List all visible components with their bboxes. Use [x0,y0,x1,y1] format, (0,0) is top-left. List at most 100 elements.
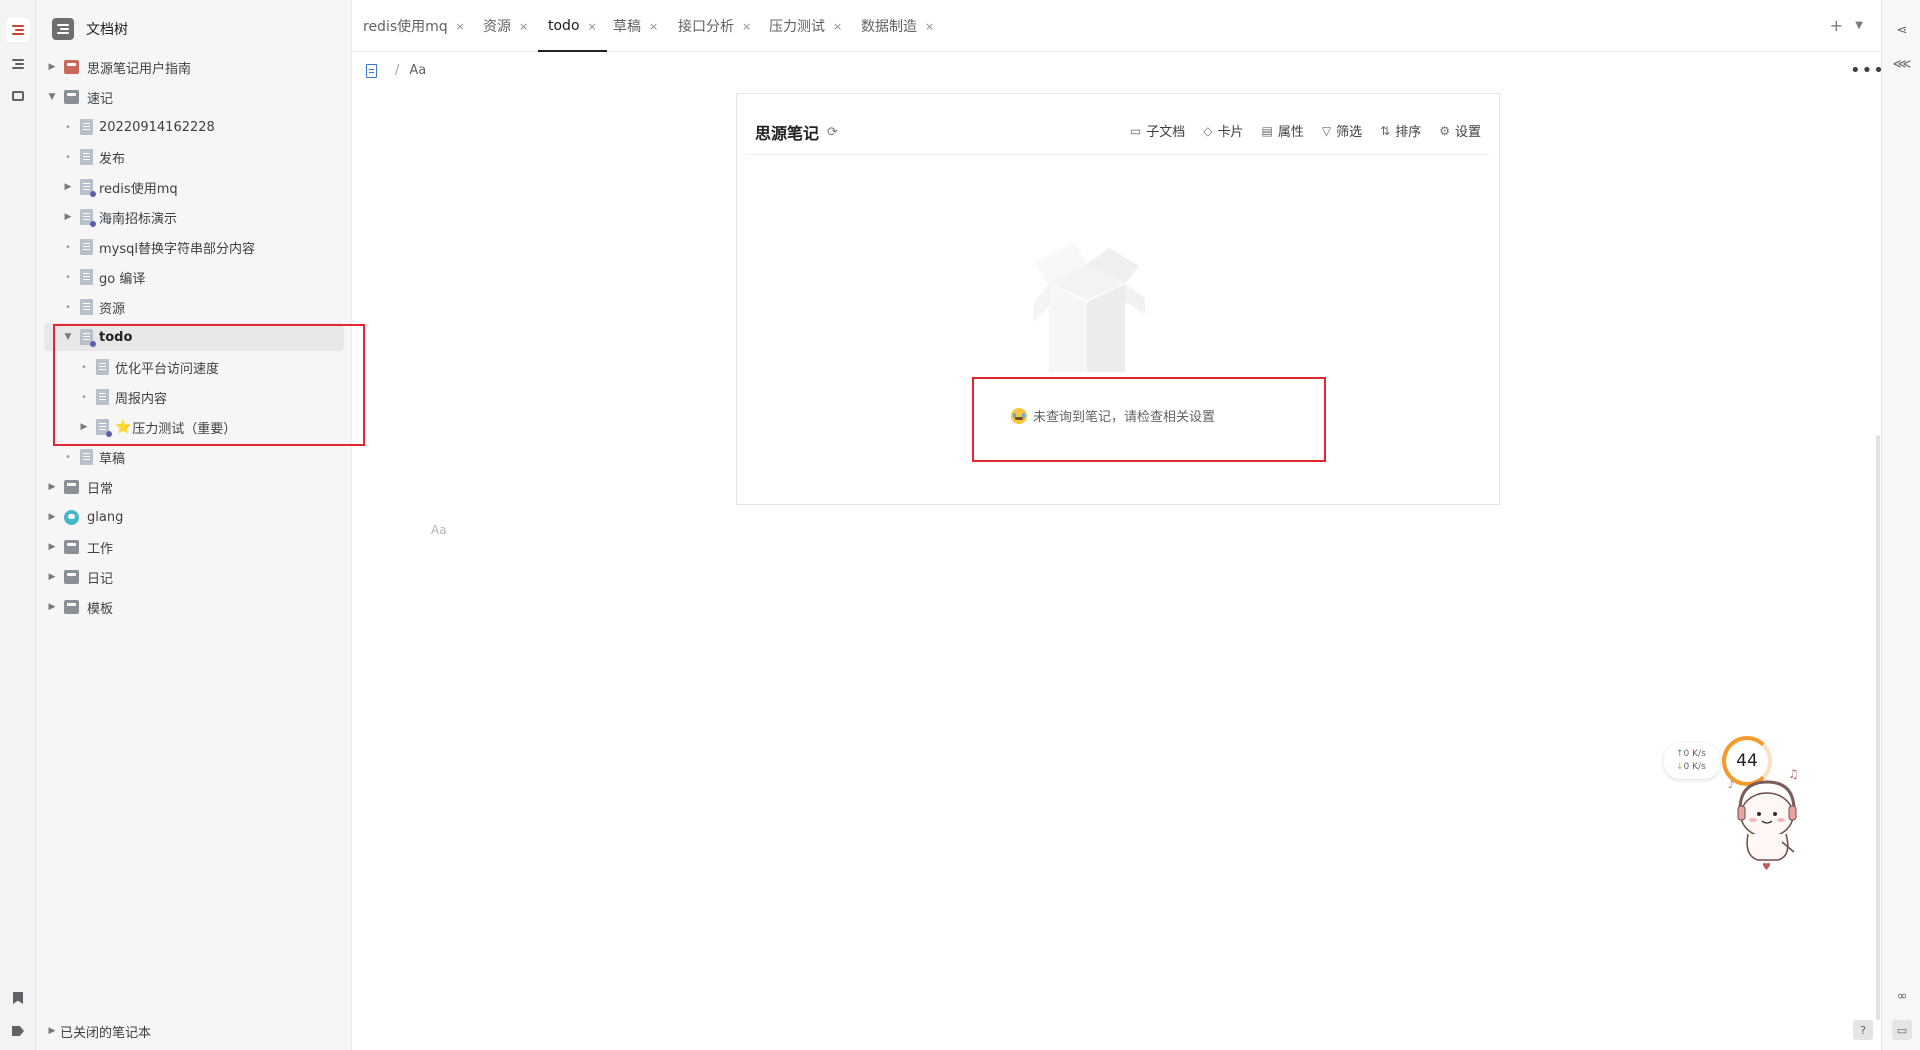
tool-label: 设置 [1454,125,1481,140]
tab-redis-mq[interactable]: redis使用mq × [353,0,475,52]
breadcrumb-current[interactable]: Aa [409,63,426,78]
close-icon[interactable]: × [519,20,528,33]
upload-speed: ↑0 K/s [1676,748,1720,761]
tree-item-doc[interactable]: • 资源 [44,293,344,321]
expand-arrow-icon[interactable]: ▶ [76,422,92,432]
tree-item-notebook[interactable]: ▶ glang [44,503,344,531]
document-icon[interactable] [366,63,377,78]
graph-view-button[interactable]: ⋖ [1892,20,1912,40]
tag-toggle[interactable] [6,1019,30,1043]
close-icon[interactable]: × [925,20,934,33]
tree-item-doc[interactable]: • go 编译 [44,263,344,291]
card-button[interactable]: ◇ 卡片 [1203,121,1244,141]
tree-item-doc[interactable]: ▶ redis使用mq [44,173,344,201]
refresh-icon[interactable]: ⟳ [827,125,838,140]
sort-button[interactable]: ⇅ 排序 [1380,121,1421,141]
expand-arrow-icon[interactable]: ▶ [44,482,60,492]
embed-title: 思源笔记 ⟳ [755,120,838,144]
tab-list-dropdown[interactable]: ▼ [1855,20,1863,31]
breadcrumb: / Aa [366,63,426,78]
tool-label: 卡片 [1217,125,1244,140]
tab-data-generation[interactable]: 数据制造 × [851,0,944,52]
document-icon [80,119,93,135]
tree-item-notebook[interactable]: ▶ 工作 [44,533,344,561]
mascot-illustration[interactable]: ♫ ♪ ♥ [1722,760,1812,870]
more-menu-button[interactable]: ••• [1850,60,1885,81]
close-icon[interactable]: × [456,20,465,33]
filter-button[interactable]: ▽ 筛选 [1322,121,1362,141]
bookmark-icon [13,992,23,1004]
close-icon[interactable]: × [649,20,658,33]
svg-text:♫: ♫ [1788,767,1799,781]
download-arrow-icon: ↓ [1676,762,1684,772]
settings-button[interactable]: ⚙ 设置 [1439,121,1481,141]
closed-notebooks[interactable]: ▶ 已关闭的笔记本 [44,1017,344,1045]
tree-item-doc[interactable]: ▶ 海南招标演示 [44,203,344,231]
lines-icon [57,24,69,34]
layout-button[interactable]: ▭ [1892,1020,1912,1040]
tree-item-quick-notes[interactable]: ▼ 速记 [44,83,344,111]
bullet-icon: • [65,451,71,463]
tab-label: 资源 [483,19,511,35]
global-graph-button[interactable]: ⋘ [1892,54,1912,74]
divider [747,154,1489,155]
expand-arrow-icon[interactable]: ▶ [44,62,60,72]
tree-item-doc[interactable]: ▶ ⭐ 压力测试（重要） [44,413,344,441]
tree-item-doc[interactable]: • 发布 [44,143,344,171]
subdocs-button[interactable]: ▭ 子文档 [1130,121,1185,141]
expand-arrow-icon[interactable]: ▶ [44,542,60,552]
tree-item-user-guide[interactable]: ▶ 思源笔记用户指南 [44,53,344,81]
tree-item-doc[interactable]: • 周报内容 [44,383,344,411]
closed-notebooks-label: 已关闭的笔记本 [60,1025,152,1041]
tree-item-label: 优化平台访问速度 [115,361,220,377]
expand-arrow-icon[interactable]: ▶ [44,512,60,522]
bullet-icon: • [65,301,71,313]
close-icon[interactable]: × [742,20,751,33]
tree-item-doc[interactable]: • 草稿 [44,443,344,471]
tool-label: 属性 [1277,125,1304,140]
attributes-button[interactable]: ▤ 属性 [1262,121,1304,141]
file-tree-icon [12,25,24,35]
tab-api-analysis[interactable]: 接口分析 × [668,0,761,52]
backlinks-button[interactable]: ∞ [1892,986,1912,1006]
tree-item-todo[interactable]: ▼ todo [44,323,344,351]
inbox-toggle[interactable] [6,84,30,108]
expand-arrow-icon[interactable]: ▶ [60,212,76,222]
tree-item-label: go 编译 [99,271,146,287]
collapse-arrow-icon[interactable]: ▼ [60,332,76,342]
tree-item-doc[interactable]: • 20220914162228 [44,113,344,141]
share-graph-icon: ⋖ [1896,22,1908,38]
expand-arrow-icon[interactable]: ▶ [44,572,60,582]
tab-resources[interactable]: 资源 × [473,0,538,52]
tab-label: 接口分析 [678,19,734,35]
tree-item-label: mysql替换字符串部分内容 [99,241,255,257]
editor-placeholder[interactable]: Aa [431,523,447,537]
bullet-icon: • [81,361,87,373]
doc-tree-panel: 文档树 ▶ 思源笔记用户指南 ▼ 速记 • 20220914162228 • 发… [36,0,352,1050]
tree-item-label: glang [87,509,124,525]
expand-arrow-icon[interactable]: ▶ [60,182,76,192]
tree-item-doc[interactable]: • mysql替换字符串部分内容 [44,233,344,261]
tree-item-notebook[interactable]: ▶ 日常 [44,473,344,501]
bookmark-toggle[interactable] [6,986,30,1010]
tab-todo[interactable]: todo × [538,0,607,52]
file-tree-toggle[interactable] [6,18,30,42]
tree-item-doc[interactable]: • 优化平台访问速度 [44,353,344,381]
tree-item-notebook[interactable]: ▶ 日记 [44,563,344,591]
tab-label: 压力测试 [769,19,825,35]
expand-arrow-icon[interactable]: ▶ [44,1026,60,1036]
close-icon[interactable]: × [588,20,597,33]
doc-tree-header: 文档树 [52,16,128,42]
tab-stress-test[interactable]: 压力测试 × [759,0,852,52]
expand-arrow-icon[interactable]: ▶ [44,602,60,612]
scrollbar[interactable] [1876,435,1880,1020]
new-tab-button[interactable]: + [1830,16,1843,35]
doc-tree-title: 文档树 [86,22,128,38]
tree-item-notebook[interactable]: ▶ 模板 [44,593,344,621]
collapse-arrow-icon[interactable]: ▼ [44,92,60,102]
help-button[interactable]: ? [1853,1020,1873,1040]
close-icon[interactable]: × [833,20,842,33]
tab-bar: redis使用mq × 资源 × todo × 草稿 × 接口分析 × 压力测试… [353,0,1881,52]
tab-draft[interactable]: 草稿 × [603,0,668,52]
outline-toggle[interactable] [6,52,30,76]
